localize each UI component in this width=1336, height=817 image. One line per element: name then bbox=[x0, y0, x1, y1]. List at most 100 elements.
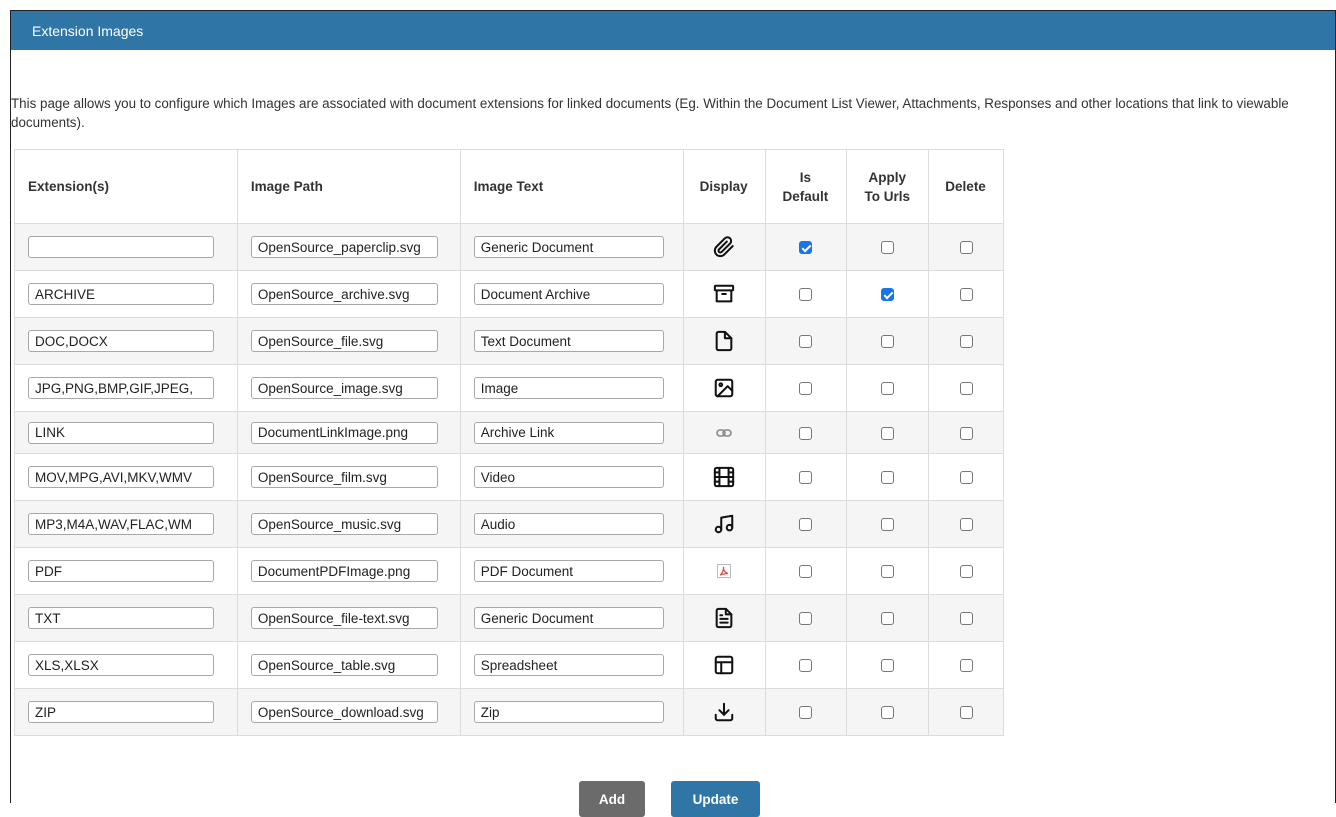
delete-checkbox[interactable] bbox=[959, 659, 973, 673]
delete-checkbox[interactable] bbox=[959, 382, 973, 396]
extensions-input[interactable] bbox=[28, 513, 214, 535]
archive-icon bbox=[713, 283, 735, 305]
apply-urls-checkbox[interactable] bbox=[881, 382, 895, 396]
is-default-checkbox[interactable] bbox=[799, 288, 813, 302]
is-default-checkbox[interactable] bbox=[799, 426, 813, 440]
is-default-checkbox[interactable] bbox=[799, 706, 813, 720]
is-default-cell bbox=[764, 500, 848, 548]
image-path-input[interactable] bbox=[250, 377, 438, 399]
image-path-cell bbox=[236, 223, 461, 271]
image-text-cell bbox=[459, 594, 684, 642]
apply-urls-checkbox[interactable] bbox=[881, 706, 895, 720]
col-is-default-line2: Default bbox=[782, 188, 829, 204]
apply-urls-checkbox[interactable] bbox=[881, 659, 895, 673]
col-delete-header: Delete bbox=[928, 149, 1004, 224]
is-default-checkbox[interactable] bbox=[799, 659, 813, 673]
image-text-input[interactable] bbox=[473, 236, 664, 258]
apply-urls-checkbox[interactable] bbox=[881, 518, 895, 532]
image-path-input[interactable] bbox=[250, 466, 438, 488]
image-path-cell bbox=[236, 500, 461, 548]
image-text-input[interactable] bbox=[473, 421, 664, 444]
image-path-input[interactable] bbox=[250, 283, 438, 305]
extensions-input[interactable] bbox=[28, 560, 214, 582]
delete-checkbox[interactable] bbox=[959, 471, 973, 485]
page-frame: Extension Images This page allows you to… bbox=[10, 10, 1336, 817]
extensions-input[interactable] bbox=[28, 701, 214, 723]
intro-text: This page allows you to configure which … bbox=[11, 96, 1289, 130]
image-path-input[interactable] bbox=[250, 236, 438, 258]
image-text-input[interactable] bbox=[473, 654, 664, 676]
image-path-input[interactable] bbox=[250, 607, 438, 629]
apply-urls-checkbox[interactable] bbox=[881, 288, 895, 302]
delete-checkbox[interactable] bbox=[959, 426, 973, 440]
image-path-input[interactable] bbox=[250, 513, 438, 535]
is-default-cell bbox=[764, 411, 848, 454]
is-default-checkbox[interactable] bbox=[799, 518, 813, 532]
delete-checkbox[interactable] bbox=[959, 518, 973, 532]
image-path-input[interactable] bbox=[250, 701, 438, 723]
image-icon bbox=[713, 377, 735, 399]
image-text-input[interactable] bbox=[473, 330, 664, 352]
image-path-input[interactable] bbox=[250, 654, 438, 676]
display-cell bbox=[682, 547, 766, 595]
delete-checkbox[interactable] bbox=[959, 241, 973, 255]
is-default-checkbox[interactable] bbox=[799, 241, 813, 255]
extensions-input[interactable] bbox=[28, 607, 214, 629]
extensions-input[interactable] bbox=[28, 236, 214, 258]
is-default-cell bbox=[764, 688, 848, 736]
update-button[interactable]: Update bbox=[671, 781, 760, 817]
display-cell bbox=[682, 688, 766, 736]
image-text-input[interactable] bbox=[473, 701, 664, 723]
is-default-checkbox[interactable] bbox=[799, 565, 813, 579]
is-default-cell bbox=[764, 270, 848, 318]
delete-checkbox[interactable] bbox=[959, 335, 973, 349]
file-text-icon bbox=[713, 607, 735, 629]
delete-checkbox[interactable] bbox=[959, 706, 973, 720]
is-default-cell bbox=[764, 364, 848, 412]
extensions-input[interactable] bbox=[28, 283, 214, 305]
delete-checkbox[interactable] bbox=[959, 565, 973, 579]
display-cell bbox=[682, 317, 766, 365]
image-text-cell bbox=[459, 411, 684, 454]
apply-urls-checkbox[interactable] bbox=[881, 426, 895, 440]
display-cell bbox=[682, 641, 766, 689]
is-default-checkbox[interactable] bbox=[799, 335, 813, 349]
music-icon bbox=[713, 513, 735, 535]
download-icon bbox=[713, 701, 735, 723]
apply-urls-checkbox[interactable] bbox=[881, 335, 895, 349]
image-text-cell bbox=[459, 317, 684, 365]
is-default-cell bbox=[764, 641, 848, 689]
apply-urls-checkbox[interactable] bbox=[881, 565, 895, 579]
is-default-checkbox[interactable] bbox=[799, 612, 813, 626]
delete-checkbox[interactable] bbox=[959, 612, 973, 626]
table-row bbox=[14, 594, 1004, 642]
image-path-input[interactable] bbox=[250, 421, 438, 444]
display-cell bbox=[682, 223, 766, 271]
is-default-checkbox[interactable] bbox=[799, 471, 813, 485]
image-text-input[interactable] bbox=[473, 283, 664, 305]
image-text-input[interactable] bbox=[473, 513, 664, 535]
extensions-cell bbox=[14, 594, 238, 642]
apply-urls-checkbox[interactable] bbox=[881, 241, 895, 255]
extensions-input[interactable] bbox=[28, 330, 214, 352]
is-default-checkbox[interactable] bbox=[799, 382, 813, 396]
image-path-input[interactable] bbox=[250, 330, 438, 352]
apply-urls-checkbox[interactable] bbox=[881, 612, 895, 626]
apply-urls-checkbox[interactable] bbox=[881, 471, 895, 485]
delete-cell bbox=[928, 453, 1004, 501]
image-text-input[interactable] bbox=[473, 466, 664, 488]
extensions-input[interactable] bbox=[28, 466, 214, 488]
apply-urls-cell bbox=[846, 364, 930, 412]
col-is-default-line1: Is bbox=[799, 169, 812, 185]
extensions-input[interactable] bbox=[28, 377, 214, 399]
image-text-input[interactable] bbox=[473, 377, 664, 399]
extensions-input[interactable] bbox=[28, 421, 214, 444]
add-button[interactable]: Add bbox=[579, 781, 645, 817]
delete-cell bbox=[928, 270, 1004, 318]
image-text-input[interactable] bbox=[473, 607, 664, 629]
extensions-input[interactable] bbox=[28, 654, 214, 676]
image-path-input[interactable] bbox=[250, 560, 438, 582]
delete-checkbox[interactable] bbox=[959, 288, 973, 302]
apply-urls-cell bbox=[846, 594, 930, 642]
image-text-input[interactable] bbox=[473, 560, 664, 582]
